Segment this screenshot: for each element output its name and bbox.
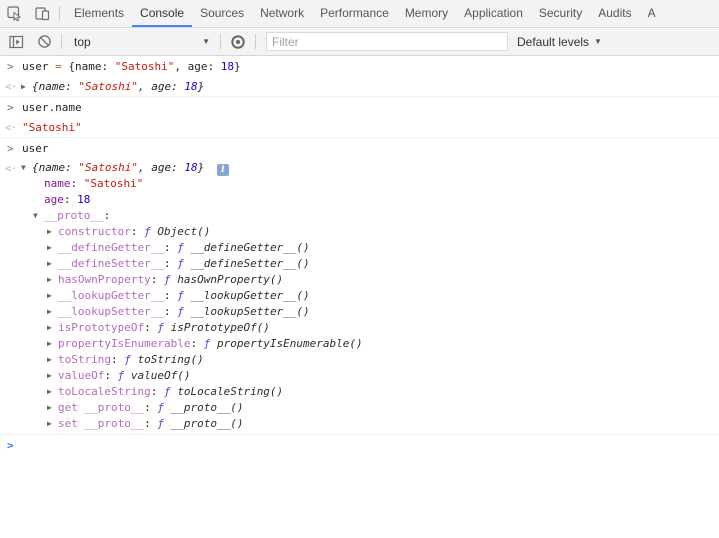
object-preview[interactable]: ▼{name: "Satoshi", age: 18} i xyxy=(0,160,719,176)
console-result-row: <·"Satoshi" xyxy=(0,117,719,137)
expand-arrow-icon[interactable]: ▶ xyxy=(47,400,58,416)
object-property-row[interactable]: ▶__defineGetter__: ƒ __defineGetter__() xyxy=(0,240,719,256)
console-command-row: >user.name xyxy=(0,96,719,117)
expand-arrow-icon[interactable]: ▶ xyxy=(47,224,58,240)
expand-arrow-icon[interactable]: ▶ xyxy=(47,304,58,320)
expand-arrow-icon[interactable]: ▶ xyxy=(47,288,58,304)
object-property-row[interactable]: ▶__lookupSetter__: ƒ __lookupSetter__() xyxy=(0,304,719,320)
expand-arrow-icon[interactable]: ▶ xyxy=(21,79,32,94)
result-chevron-icon: <· xyxy=(5,120,16,135)
object-property-row[interactable]: ▶toString: ƒ toString() xyxy=(0,352,719,368)
command-chevron-icon: > xyxy=(7,141,14,156)
tab-bar: ElementsConsoleSourcesNetworkPerformance… xyxy=(0,0,719,28)
devtools-panel: ElementsConsoleSourcesNetworkPerformance… xyxy=(0,0,719,538)
eye-icon xyxy=(230,34,246,50)
tab-sources[interactable]: Sources xyxy=(192,0,252,27)
divider xyxy=(255,34,256,49)
chevron-down-icon: ▼ xyxy=(594,37,602,46)
tab-a[interactable]: A xyxy=(640,0,664,27)
object-property-row: age: 18 xyxy=(0,192,719,208)
expand-arrow-icon[interactable]: ▶ xyxy=(47,352,58,368)
divider xyxy=(220,34,221,49)
clear-console-icon[interactable] xyxy=(30,34,58,49)
tab-memory[interactable]: Memory xyxy=(397,0,456,27)
expand-arrow-icon[interactable]: ▶ xyxy=(47,272,58,288)
result-chevron-icon: <· xyxy=(5,79,16,94)
console-log: >user = {name: "Satoshi", age: 18}<·▶{na… xyxy=(0,56,719,538)
console-command-row: >user xyxy=(0,137,719,158)
inspect-element-icon[interactable] xyxy=(0,0,28,27)
object-property-row[interactable]: ▶__lookupGetter__: ƒ __lookupGetter__() xyxy=(0,288,719,304)
tab-elements[interactable]: Elements xyxy=(66,0,132,27)
object-property-row[interactable]: ▶constructor: ƒ Object() xyxy=(0,224,719,240)
console-result-row: <·▶{name: "Satoshi", age: 18} xyxy=(0,76,719,96)
object-property-row[interactable]: ▼__proto__: xyxy=(0,208,719,224)
live-expression-eye-icon[interactable] xyxy=(224,34,252,50)
expand-arrow-icon[interactable]: ▶ xyxy=(47,256,58,272)
expand-arrow-icon[interactable]: ▶ xyxy=(47,336,58,352)
expand-arrow-icon[interactable]: ▼ xyxy=(33,208,44,224)
execution-context-selector[interactable]: top ▼ xyxy=(65,35,217,49)
object-property-row[interactable]: ▶get __proto__: ƒ __proto__() xyxy=(0,400,719,416)
tab-network[interactable]: Network xyxy=(252,0,312,27)
object-property-row[interactable]: ▶isPrototypeOf: ƒ isPrototypeOf() xyxy=(0,320,719,336)
divider xyxy=(59,6,60,21)
object-property-row[interactable]: ▶toLocaleString: ƒ toLocaleString() xyxy=(0,384,719,400)
tab-performance[interactable]: Performance xyxy=(312,0,397,27)
expand-arrow-icon[interactable]: ▶ xyxy=(47,320,58,336)
filter-input[interactable] xyxy=(266,32,508,51)
device-toolbar-icon[interactable] xyxy=(28,0,56,27)
expand-arrow-icon[interactable]: ▶ xyxy=(47,240,58,256)
log-levels-dropdown[interactable]: Default levels ▼ xyxy=(517,35,602,49)
console-sidebar-icon xyxy=(9,35,24,49)
object-property-row[interactable]: ▶hasOwnProperty: ƒ hasOwnProperty() xyxy=(0,272,719,288)
result-chevron-icon: <· xyxy=(5,161,16,176)
tab-strip: ElementsConsoleSourcesNetworkPerformance… xyxy=(66,0,719,27)
divider xyxy=(61,34,62,49)
console-result-expanded: <·▼{name: "Satoshi", age: 18} iname: "Sa… xyxy=(0,158,719,434)
console-prompt[interactable]: > xyxy=(0,434,719,453)
expand-arrow-icon[interactable]: ▶ xyxy=(47,368,58,384)
object-property-row[interactable]: ▶valueOf: ƒ valueOf() xyxy=(0,368,719,384)
console-sidebar-icon[interactable] xyxy=(2,35,30,49)
expand-arrow-icon[interactable]: ▶ xyxy=(47,384,58,400)
execution-context-value: top xyxy=(74,35,91,49)
tab-application[interactable]: Application xyxy=(456,0,531,27)
inspect-element-icon xyxy=(7,6,22,21)
info-icon[interactable]: i xyxy=(217,164,229,176)
object-property-row: name: "Satoshi" xyxy=(0,176,719,192)
command-chevron-icon: > xyxy=(7,59,14,74)
device-toolbar-icon xyxy=(35,6,50,21)
object-property-row[interactable]: ▶__defineSetter__: ƒ __defineSetter__() xyxy=(0,256,719,272)
tab-console[interactable]: Console xyxy=(132,0,192,27)
chevron-down-icon: ▼ xyxy=(202,37,210,46)
command-chevron-icon: > xyxy=(7,100,14,115)
console-command-row: >user = {name: "Satoshi", age: 18} xyxy=(0,56,719,76)
log-levels-label: Default levels xyxy=(517,35,589,49)
tab-audits[interactable]: Audits xyxy=(590,0,639,27)
object-property-row[interactable]: ▶propertyIsEnumerable: ƒ propertyIsEnume… xyxy=(0,336,719,352)
expand-arrow-icon[interactable]: ▶ xyxy=(47,416,58,432)
object-property-row[interactable]: ▶set __proto__: ƒ __proto__() xyxy=(0,416,719,432)
tab-security[interactable]: Security xyxy=(531,0,590,27)
prompt-chevron-icon: > xyxy=(7,438,14,453)
console-toolbar: top ▼ Default levels ▼ xyxy=(0,28,719,56)
clear-console-icon xyxy=(37,34,52,49)
expand-arrow-icon[interactable]: ▼ xyxy=(21,160,32,176)
